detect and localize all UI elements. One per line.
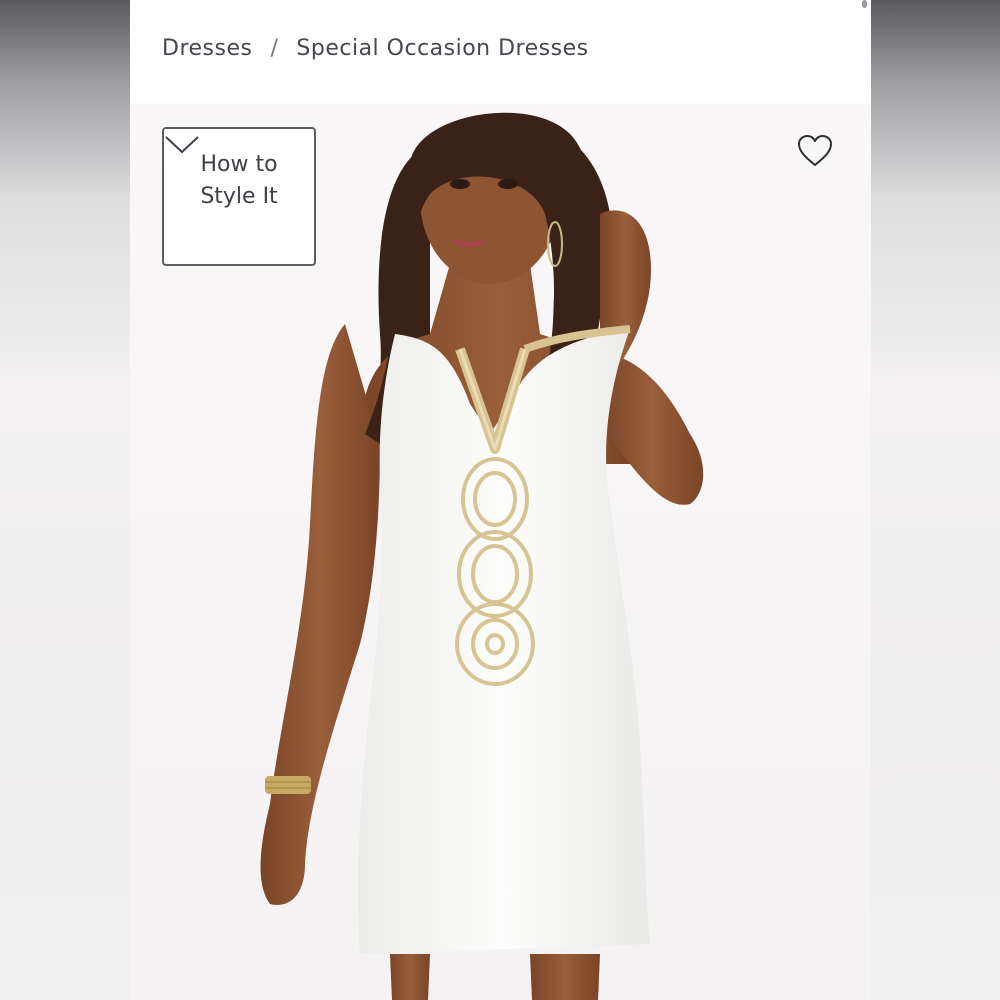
product-page: Dresses / Special Occasion Dresses How t…: [130, 0, 871, 1000]
product-image[interactable]: How to Style It: [130, 104, 871, 1000]
favorite-button[interactable]: [797, 134, 833, 168]
breadcrumb-separator: /: [270, 35, 279, 61]
how-to-style-it-button[interactable]: How to Style It: [162, 127, 316, 266]
chevron-down-icon: [165, 136, 199, 154]
breadcrumb-item-dresses[interactable]: Dresses: [162, 36, 252, 61]
scroll-indicator[interactable]: [862, 0, 867, 8]
heart-outline-icon: [798, 135, 832, 166]
breadcrumb: Dresses / Special Occasion Dresses: [162, 30, 589, 66]
right-backdrop: [871, 0, 1000, 1000]
left-backdrop: [0, 0, 130, 1000]
breadcrumb-item-special-occasion-dresses[interactable]: Special Occasion Dresses: [296, 36, 588, 61]
how-to-style-it-label: How to Style It: [200, 152, 278, 209]
